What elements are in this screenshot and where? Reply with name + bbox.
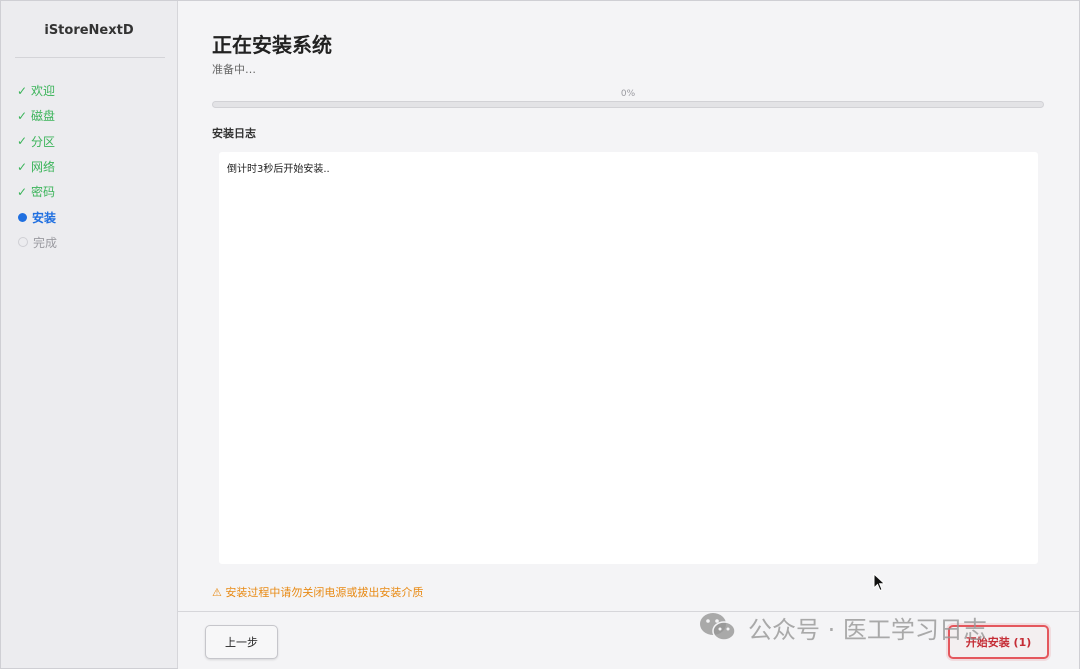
step-label: 网络 <box>31 160 56 175</box>
previous-button[interactable]: 上一步 <box>205 625 278 659</box>
step-disk: ✓ 磁盘 <box>17 103 57 128</box>
step-welcome: ✓ 欢迎 <box>17 78 57 103</box>
step-network: ✓ 网络 <box>17 154 57 179</box>
step-label: 分区 <box>31 134 56 149</box>
step-label: 欢迎 <box>31 84 56 99</box>
brand-title: iStoreNextD <box>44 23 134 38</box>
pending-step-circle-icon <box>18 237 28 248</box>
installer-window: iStoreNextD ✓ 欢迎 ✓ 磁盘 ✓ 分区 ✓ 网络 ✓ 密码 安装 … <box>0 0 1080 669</box>
start-install-button[interactable]: 开始安装 (1) <box>948 625 1049 659</box>
log-line: 倒计时3秒后开始安装.. <box>227 164 330 175</box>
sidebar-divider <box>15 57 165 58</box>
main-panel: 正在安装系统 准备中… 0% 安装日志 倒计时3秒后开始安装.. ⚠ 安装过程中… <box>178 1 1079 611</box>
mouse-cursor-icon <box>873 573 886 592</box>
power-warning: ⚠ 安装过程中请勿关闭电源或拔出安装介质 <box>212 586 424 599</box>
progress-percent: 0% <box>620 89 636 99</box>
step-install: 安装 <box>17 204 57 229</box>
step-label: 磁盘 <box>31 109 56 124</box>
check-icon: ✓ <box>17 83 28 98</box>
step-label: 安装 <box>32 210 57 225</box>
check-icon: ✓ <box>17 159 28 174</box>
step-list: ✓ 欢迎 ✓ 磁盘 ✓ 分区 ✓ 网络 ✓ 密码 安装 完成 <box>17 78 57 255</box>
step-label: 完成 <box>33 235 58 250</box>
step-label: 密码 <box>31 185 56 200</box>
check-icon: ✓ <box>17 184 28 199</box>
sidebar: iStoreNextD ✓ 欢迎 ✓ 磁盘 ✓ 分区 ✓ 网络 ✓ 密码 安装 … <box>1 1 178 668</box>
footer-bar: 上一步 开始安装 (1) <box>178 611 1079 669</box>
check-icon: ✓ <box>17 134 28 149</box>
log-heading: 安装日志 <box>212 127 256 140</box>
check-icon: ✓ <box>17 108 28 123</box>
install-log-panel[interactable]: 倒计时3秒后开始安装.. <box>219 152 1038 564</box>
page-title: 正在安装系统 <box>212 33 332 57</box>
status-subtitle: 准备中… <box>212 63 256 76</box>
step-partition: ✓ 分区 <box>17 129 57 154</box>
step-password: ✓ 密码 <box>17 179 57 204</box>
progress-bar <box>212 101 1044 108</box>
step-finish: 完成 <box>17 230 57 255</box>
current-step-dot-icon <box>18 212 27 222</box>
